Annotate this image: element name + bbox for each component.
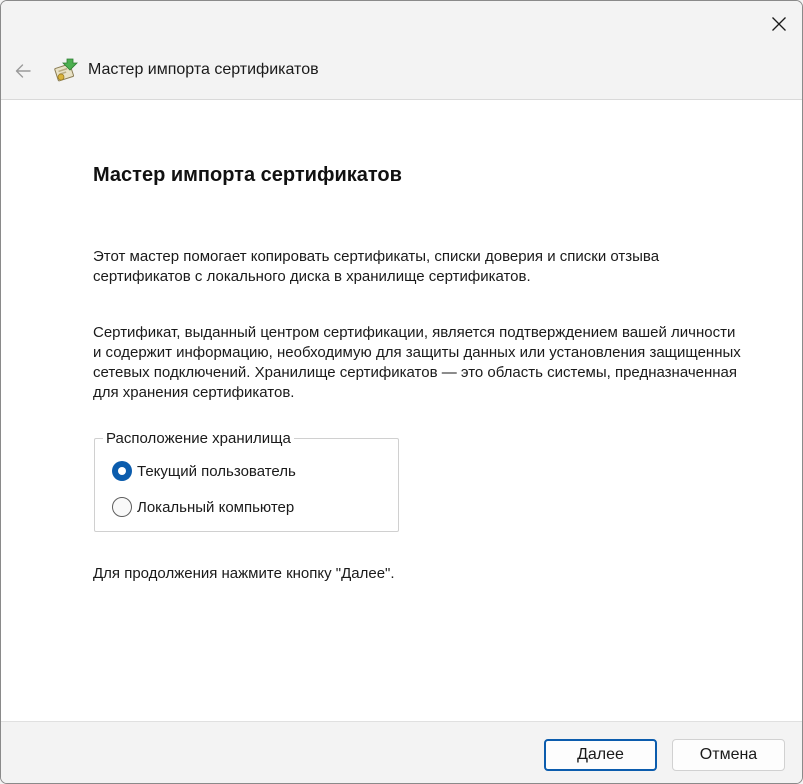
radio-label-local-machine: Локальный компьютер bbox=[137, 498, 295, 516]
close-button[interactable] bbox=[755, 1, 802, 47]
wizard-content: Мастер импорта сертификатов Этот мастер … bbox=[1, 101, 802, 721]
radio-button-unchecked[interactable] bbox=[112, 497, 132, 517]
store-location-legend: Расположение хранилища bbox=[103, 430, 294, 448]
continue-hint: Для продолжения нажмите кнопку "Далее". bbox=[93, 565, 395, 582]
intro-text: Этот мастер помогает копировать сертифик… bbox=[93, 248, 660, 285]
wizard-footer: Далее Отмена bbox=[1, 721, 802, 783]
radio-label-current-user: Текущий пользователь bbox=[137, 462, 296, 480]
close-icon bbox=[771, 17, 786, 31]
radio-local-machine[interactable]: Локальный компьютер bbox=[112, 497, 294, 517]
description-text: Сертификат, выданный центром сертификаци… bbox=[93, 324, 741, 401]
next-button[interactable]: Далее bbox=[544, 739, 657, 771]
title-bar bbox=[1, 1, 802, 47]
radio-button-checked[interactable] bbox=[112, 461, 132, 481]
certificate-import-icon bbox=[54, 58, 78, 82]
cancel-button[interactable]: Отмена bbox=[672, 739, 785, 771]
page-title: Мастер импорта сертификатов bbox=[93, 164, 402, 186]
radio-current-user[interactable]: Текущий пользователь bbox=[112, 461, 296, 481]
store-location-group: Расположение хранилища Текущий пользоват… bbox=[94, 430, 399, 532]
certificate-import-wizard-window: Мастер импорта сертификатов Мастер импор… bbox=[0, 0, 803, 784]
wizard-header: Мастер импорта сертификатов bbox=[1, 47, 802, 100]
arrow-left-icon bbox=[15, 64, 31, 78]
back-button[interactable] bbox=[10, 58, 36, 84]
header-title: Мастер импорта сертификатов bbox=[88, 61, 319, 78]
